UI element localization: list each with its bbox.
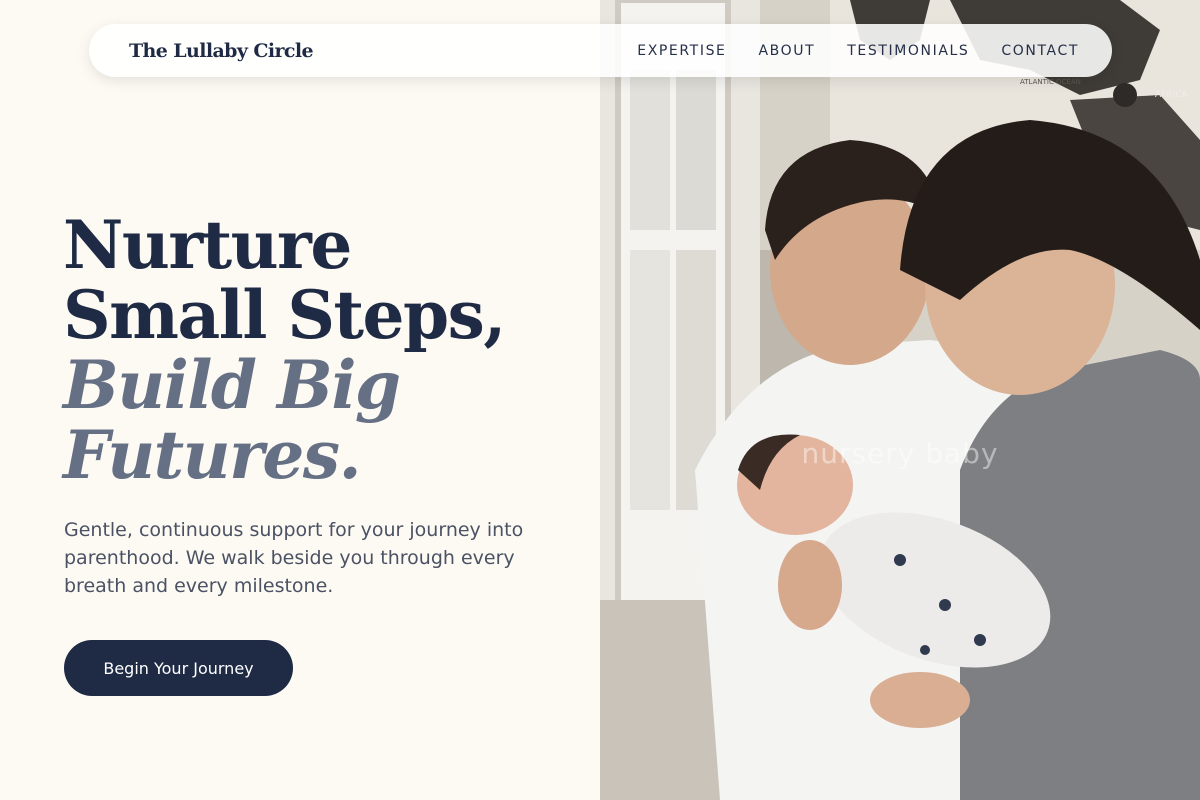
nav-link-testimonials[interactable]: TESTIMONIALS (847, 43, 969, 59)
hero-title: Nurture Small Steps, Build Big Futures. (63, 210, 583, 490)
map-label-ocean: ATLANTIC OCEAN (1020, 78, 1081, 86)
nav-link-expertise[interactable]: EXPERTISE (637, 43, 726, 59)
nav-link-about[interactable]: ABOUT (759, 43, 816, 59)
nav-link-contact[interactable]: CONTACT (1001, 43, 1079, 59)
top-navigation: The Lullaby Circle EXPERTISE ABOUT TESTI… (89, 24, 1112, 77)
hero-title-emphasis-line-2: Futures. (63, 416, 362, 494)
hero-subtitle: Gentle, continuous support for your jour… (64, 519, 524, 597)
hero-panel: Nurture Small Steps, Build Big Futures. … (0, 0, 600, 800)
map-label-africa: AFRICA (1155, 90, 1189, 100)
brand-logo[interactable]: The Lullaby Circle (129, 40, 314, 62)
hero-title-emphasis-line-1: Build Big (63, 346, 401, 424)
hero-photo: ATLANTIC OCEAN AFRICA nursery baby (600, 0, 1200, 800)
nav-menu: EXPERTISE ABOUT TESTIMONIALS CONTACT (637, 43, 1079, 59)
photo-caption: nursery baby (801, 437, 999, 470)
family-photo-illustration: ATLANTIC OCEAN AFRICA (600, 0, 1200, 800)
begin-journey-button[interactable]: Begin Your Journey (64, 640, 293, 696)
hero-title-line-1: Nurture (63, 206, 352, 284)
hero-title-line-2: Small Steps, (63, 276, 506, 354)
